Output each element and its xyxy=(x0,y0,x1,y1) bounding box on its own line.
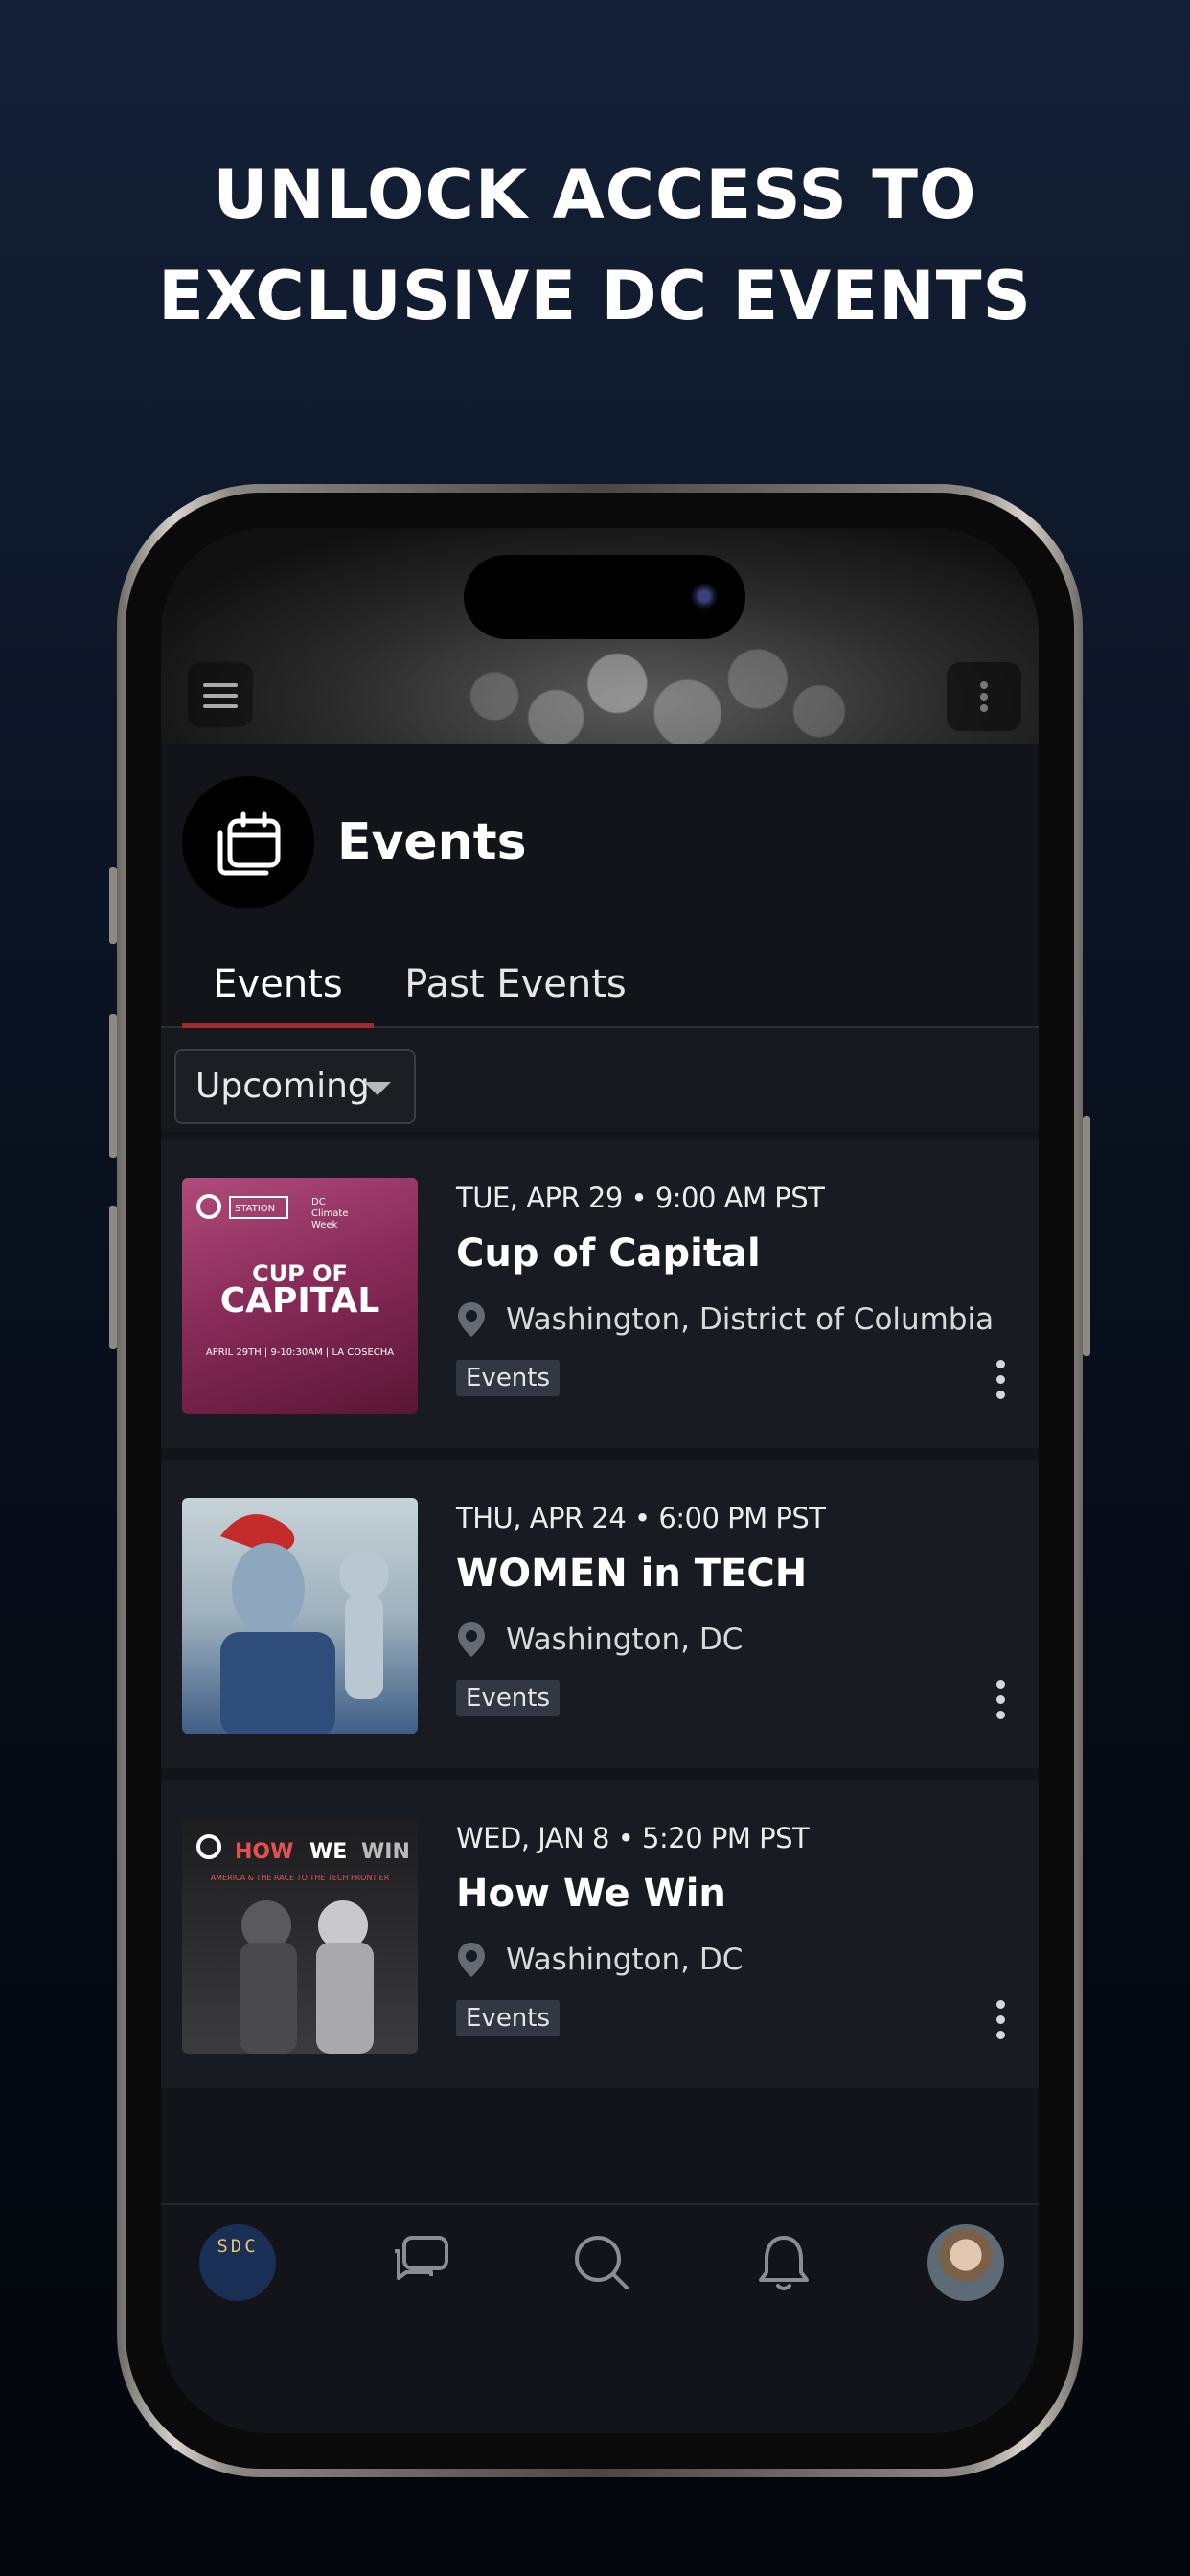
event-name[interactable]: How We Win xyxy=(456,1872,726,1916)
menu-button[interactable] xyxy=(188,662,253,727)
svg-text:CAPITAL: CAPITAL xyxy=(220,1281,380,1321)
app-screen: Events Events Past Events Upcoming STATI… xyxy=(161,528,1039,2433)
nav-profile[interactable] xyxy=(927,2224,1004,2301)
headline-line-1: UNLOCK ACCESS TO xyxy=(213,155,977,234)
event-location-text: Washington, DC xyxy=(506,1943,744,1977)
camera-icon xyxy=(692,584,717,609)
event-date: THU, APR 24 • 6:00 PM PST xyxy=(456,1502,826,1534)
event-location-text: Washington, DC xyxy=(506,1622,744,1657)
hamburger-line xyxy=(203,704,238,708)
location-pin-icon xyxy=(458,1943,485,1977)
phone-power-button xyxy=(1083,1116,1090,1356)
event-date: WED, JAN 8 • 5:20 PM PST xyxy=(456,1822,810,1854)
chat-icon xyxy=(395,2236,448,2280)
event-thumbnail xyxy=(182,1498,418,1734)
location-pin-icon xyxy=(458,1302,485,1337)
bottom-nav: SDC xyxy=(161,2203,1039,2433)
event-tag: Events xyxy=(456,2000,561,2036)
event-location: Washington, DC xyxy=(456,1941,743,1979)
phone-bezel: Events Events Past Events Upcoming STATI… xyxy=(126,493,1074,2469)
nav-notifications[interactable] xyxy=(745,2224,822,2301)
svg-text:APRIL 29TH | 9-10:30AM | LA CO: APRIL 29TH | 9-10:30AM | LA COSECHA xyxy=(206,1347,394,1358)
sdc-logo-text: SDC xyxy=(217,2236,259,2257)
hamburger-line xyxy=(203,694,238,698)
upcoming-filter-dropdown[interactable]: Upcoming xyxy=(174,1049,416,1124)
event-thumbnail: STATION DC Climate Week CUP OF CAPITAL A… xyxy=(182,1178,418,1414)
phone-volume-down xyxy=(109,1206,117,1349)
header-more-button[interactable] xyxy=(947,662,1021,731)
svg-text:DC: DC xyxy=(311,1197,326,1208)
promo-headline: UNLOCK ACCESS TO EXCLUSIVE DC EVENTS xyxy=(0,144,1190,347)
filter-bar: Upcoming xyxy=(161,1028,1039,1132)
tab-past-events[interactable]: Past Events xyxy=(400,950,630,1028)
more-vertical-icon xyxy=(980,681,988,712)
location-pin-icon xyxy=(458,1622,485,1657)
dynamic-island xyxy=(464,555,745,639)
phone-action-button xyxy=(109,867,117,944)
hamburger-icon xyxy=(203,683,238,687)
event-date: TUE, APR 29 • 9:00 AM PST xyxy=(456,1182,825,1214)
event-location-text: Washington, District of Columbia xyxy=(506,1302,995,1337)
nav-home[interactable]: SDC xyxy=(199,2224,276,2301)
bell-icon xyxy=(759,2236,809,2290)
event-card-how-we-win[interactable]: HOW WE WIN AMERICA & THE RACE TO THE TEC… xyxy=(161,1780,1039,2088)
event-more-icon[interactable] xyxy=(991,1360,1010,1408)
event-name[interactable]: Cup of Capital xyxy=(456,1231,761,1276)
event-tag: Events xyxy=(456,1680,561,1716)
event-card-cup-of-capital[interactable]: STATION DC Climate Week CUP OF CAPITAL A… xyxy=(161,1139,1039,1448)
event-tag: Events xyxy=(456,1360,561,1396)
event-location: Washington, District of Columbia xyxy=(456,1300,994,1339)
tab-events[interactable]: Events xyxy=(182,950,374,1028)
event-name[interactable]: WOMEN in TECH xyxy=(456,1552,807,1596)
phone-frame: Events Events Past Events Upcoming STATI… xyxy=(117,484,1083,2477)
svg-text:Week: Week xyxy=(311,1220,338,1230)
svg-text:Climate: Climate xyxy=(311,1208,348,1219)
event-location: Washington, DC xyxy=(456,1621,743,1659)
search-icon xyxy=(575,2236,629,2289)
event-card-women-in-tech[interactable]: THU, APR 24 • 6:00 PM PST WOMEN in TECH … xyxy=(161,1460,1039,1768)
nav-search[interactable] xyxy=(563,2224,640,2301)
filter-selected-value: Upcoming xyxy=(195,1067,370,1106)
nav-chat[interactable] xyxy=(381,2224,458,2301)
events-header: Events xyxy=(182,775,527,909)
svg-text:WIN: WIN xyxy=(361,1840,410,1864)
event-thumbnail: HOW WE WIN AMERICA & THE RACE TO THE TEC… xyxy=(182,1818,418,2054)
events-tabs: Events Past Events xyxy=(161,950,1039,1028)
svg-text:HOW: HOW xyxy=(235,1840,293,1864)
headline-line-2: EXCLUSIVE DC EVENTS xyxy=(158,257,1032,335)
caret-down-icon xyxy=(364,1082,391,1095)
page-title: Events xyxy=(337,814,527,871)
svg-text:AMERICA & THE RACE TO THE TECH: AMERICA & THE RACE TO THE TECH FRONTIER xyxy=(211,1874,390,1882)
phone-volume-up xyxy=(109,1014,117,1158)
svg-text:WE: WE xyxy=(309,1840,347,1864)
events-calendar-icon xyxy=(182,776,314,908)
event-more-icon[interactable] xyxy=(991,1680,1010,1728)
svg-text:STATION: STATION xyxy=(235,1204,275,1214)
home-icon: SDC xyxy=(199,2224,276,2301)
profile-avatar xyxy=(927,2224,1004,2301)
event-more-icon[interactable] xyxy=(991,2000,1010,2048)
